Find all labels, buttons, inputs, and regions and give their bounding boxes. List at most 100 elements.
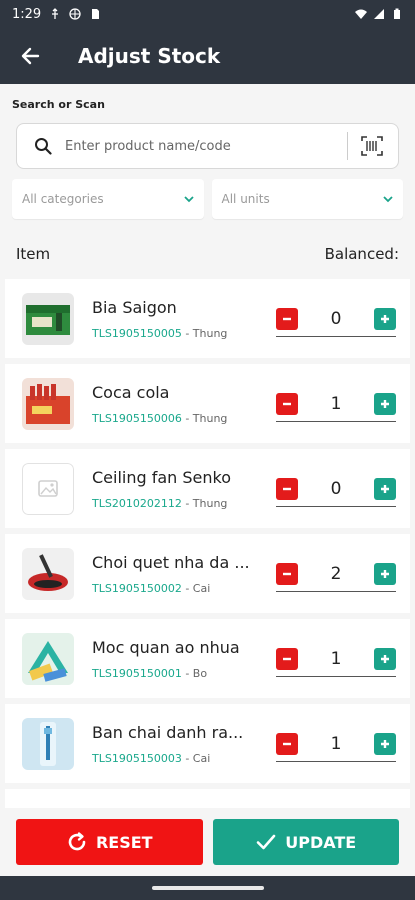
checkmark-icon [256, 834, 276, 850]
list-item: Ban chai danh ra... TLS1905150003 - Cai … [5, 704, 410, 783]
reset-button[interactable]: RESET [16, 819, 203, 865]
product-thumbnail [22, 547, 74, 600]
plus-icon [380, 655, 389, 663]
product-code: TLS2010202112 [92, 496, 182, 510]
increment-button[interactable] [373, 308, 396, 330]
minus-icon [283, 402, 291, 406]
minus-icon [283, 487, 291, 491]
product-name: Moc quan ao nhua [92, 637, 240, 657]
refresh-icon [68, 832, 86, 851]
product-name: Coca cola [92, 382, 170, 402]
wifi-icon [355, 9, 367, 19]
meta-separator: - [181, 496, 193, 510]
search-input[interactable] [65, 138, 347, 154]
quantity-value[interactable]: 1 [331, 734, 342, 754]
page-title: Adjust Stock [78, 44, 221, 68]
balanced-column-header: Balanced: [324, 245, 399, 263]
decrement-button[interactable] [276, 478, 298, 500]
quantity-stepper: 0 [276, 308, 396, 337]
home-indicator[interactable] [151, 886, 264, 890]
product-unit: Bo [192, 666, 208, 680]
system-nav-bar [0, 876, 415, 900]
search-box [16, 123, 399, 169]
product-thumbnail [22, 462, 74, 515]
product-name: Bia Saigon [92, 297, 177, 317]
filters: All categories All units [12, 179, 403, 219]
quantity-value[interactable]: 2 [331, 564, 342, 584]
list-item-partial [5, 789, 410, 809]
decrement-button[interactable] [276, 733, 298, 755]
product-thumbnail [22, 632, 74, 685]
update-button[interactable]: UPDATE [212, 819, 399, 865]
list-item: Bia Saigon TLS1905150005 - Thung 0 [5, 279, 410, 358]
increment-button[interactable] [373, 393, 396, 415]
reset-button-label: RESET [95, 832, 153, 852]
product-unit: Thung [192, 326, 228, 340]
barcode-scan-icon [361, 136, 383, 156]
quantity-stepper: 1 [276, 393, 396, 422]
plus-icon [380, 570, 389, 578]
list-item: Moc quan ao nhua TLS1905150001 - Bo 1 [5, 619, 410, 698]
meta-separator: - [181, 326, 193, 340]
meta-separator: - [181, 666, 193, 680]
decrement-button[interactable] [276, 648, 298, 670]
quantity-stepper: 1 [276, 648, 396, 677]
action-bar: RESET UPDATE [0, 808, 415, 876]
arrow-back-icon [21, 47, 40, 65]
list-item: Choi quet nha da ... TLS1905150002 - Cai… [5, 534, 410, 613]
increment-button[interactable] [373, 733, 396, 755]
product-thumbnail [22, 292, 74, 345]
quantity-value[interactable]: 0 [331, 479, 342, 499]
battery-icon [394, 8, 400, 19]
chevron-down-icon [383, 196, 393, 203]
category-dropdown-value: All categories [22, 192, 104, 206]
product-name: Ceiling fan Senko [92, 467, 232, 487]
category-dropdown[interactable]: All categories [12, 179, 204, 219]
product-name: Ban chai danh ra... [92, 722, 244, 742]
decrement-button[interactable] [276, 563, 298, 585]
increment-button[interactable] [373, 478, 396, 500]
product-unit: Thung [192, 496, 228, 510]
minus-icon [283, 657, 291, 661]
status-bar: 1:29 [0, 0, 415, 28]
product-code: TLS1905150002 [92, 581, 182, 595]
decrement-button[interactable] [276, 308, 298, 330]
product-list: Bia Saigon TLS1905150005 - Thung 0 Coca … [0, 279, 415, 809]
quantity-stepper: 0 [276, 478, 396, 507]
status-time: 1:29 [12, 6, 42, 22]
chevron-down-icon [183, 196, 194, 203]
divider [347, 132, 348, 160]
meta-separator: - [181, 581, 193, 595]
quantity-value[interactable]: 0 [331, 309, 342, 329]
plus-icon [380, 315, 389, 323]
quantity-value[interactable]: 1 [331, 649, 342, 669]
barcode-scan-button[interactable] [354, 136, 390, 156]
globe-icon [69, 8, 81, 20]
product-thumbnail [22, 717, 74, 770]
minus-icon [283, 317, 291, 321]
update-button-label: UPDATE [285, 832, 357, 852]
decrement-button[interactable] [276, 393, 298, 415]
unit-dropdown-value: All units [221, 192, 270, 206]
product-code: TLS1905150005 [92, 326, 182, 340]
product-name: Choi quet nha da ... [92, 552, 250, 572]
search-icon [29, 137, 57, 155]
plus-icon [380, 740, 389, 748]
signal-icon [374, 9, 384, 19]
app-bar: Adjust Stock [0, 28, 415, 84]
increment-button[interactable] [373, 563, 396, 585]
list-item: Ceiling fan Senko TLS2010202112 - Thung … [5, 449, 410, 528]
unit-dropdown[interactable]: All units [211, 179, 403, 219]
plus-icon [380, 400, 389, 408]
increment-button[interactable] [373, 648, 396, 670]
plus-icon [380, 485, 389, 493]
quantity-value[interactable]: 1 [331, 394, 342, 414]
usb-icon [52, 8, 59, 19]
product-code: TLS1905150001 [92, 666, 182, 680]
quantity-stepper: 2 [276, 563, 396, 592]
quantity-stepper: 1 [276, 733, 396, 762]
meta-separator: - [181, 411, 193, 425]
minus-icon [283, 572, 291, 576]
back-button[interactable] [14, 40, 46, 72]
search-label: Search or Scan [12, 98, 105, 111]
